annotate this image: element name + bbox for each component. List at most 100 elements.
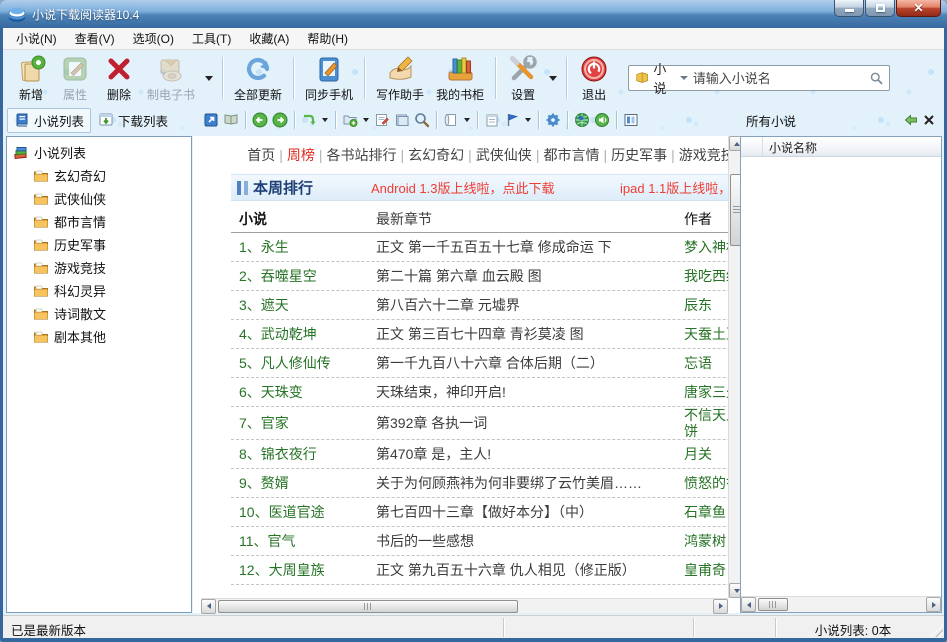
close-button[interactable]: ✕: [896, 0, 941, 17]
make-ebook-button[interactable]: 制电子书: [141, 51, 201, 105]
flag-icon[interactable]: [502, 110, 522, 130]
redo-icon[interactable]: [299, 110, 319, 130]
scroll-right-button[interactable]: [713, 599, 728, 614]
zoom-search-icon[interactable]: [412, 110, 432, 130]
forward-icon[interactable]: [270, 110, 290, 130]
menu-view[interactable]: 查看(V): [66, 27, 124, 50]
audio-icon[interactable]: [592, 110, 612, 130]
author-link[interactable]: 唐家三少: [676, 384, 728, 400]
tree-item-kehuan[interactable]: 科幻灵异: [7, 279, 191, 302]
tree-item-dushi[interactable]: 都市言情: [7, 210, 191, 233]
scroll-right-button[interactable]: [926, 597, 941, 612]
notepad-icon[interactable]: [482, 110, 502, 130]
author-link[interactable]: 鸿蒙树: [676, 533, 728, 549]
minimize-button[interactable]: [834, 0, 864, 17]
horizontal-scroll-thumb[interactable]: [758, 598, 788, 611]
novel-link[interactable]: 锦衣夜行: [261, 446, 317, 462]
author-link[interactable]: 愤怒的香蕉: [676, 475, 728, 491]
settings-button[interactable]: 设置: [501, 51, 545, 105]
folder-icon[interactable]: [392, 110, 412, 130]
scroll-dropdown-icon[interactable]: [464, 118, 470, 122]
menu-tools[interactable]: 工具(T): [183, 27, 240, 50]
search-category[interactable]: 小说: [653, 59, 676, 97]
popout-icon[interactable]: [201, 110, 221, 130]
novel-link[interactable]: 永生: [261, 239, 289, 255]
make-ebook-dropdown-icon[interactable]: [205, 76, 213, 81]
magnifier-icon[interactable]: [869, 70, 883, 86]
ipad-promo-link[interactable]: ipad 1.1版上线啦，点此下载: [620, 178, 728, 197]
new-novel-button[interactable]: 新增: [9, 51, 53, 105]
back-arrow-icon[interactable]: [902, 111, 920, 129]
novel-link[interactable]: 天珠变: [261, 384, 303, 400]
author-link[interactable]: 忘语: [676, 355, 728, 371]
menu-options[interactable]: 选项(O): [124, 27, 183, 50]
scroll-left-button[interactable]: [741, 597, 756, 612]
tree-root-novel-list[interactable]: 小说列表: [7, 137, 191, 164]
tree-item-shici[interactable]: 诗词散文: [7, 302, 191, 325]
menu-favorites[interactable]: 收藏(A): [240, 27, 298, 50]
columns-icon[interactable]: [621, 110, 641, 130]
novel-link[interactable]: 大周皇族: [269, 562, 325, 578]
resize-grip-icon[interactable]: [930, 624, 943, 637]
tree-item-wuxia[interactable]: 武侠仙侠: [7, 187, 191, 210]
author-link[interactable]: 辰东: [676, 297, 728, 313]
tree-item-xuanhuan[interactable]: 玄幻奇幻: [7, 164, 191, 187]
my-bookshelf-button[interactable]: 我的书柜: [430, 51, 490, 105]
sync-phone-button[interactable]: 同步手机: [299, 51, 359, 105]
nav-lishi[interactable]: 历史军事: [611, 147, 667, 163]
nav-wuxia[interactable]: 武侠仙侠: [476, 147, 532, 163]
nav-youxi[interactable]: 游戏竞技: [679, 147, 728, 163]
maximize-button[interactable]: [865, 0, 895, 17]
update-all-button[interactable]: 全部更新: [228, 51, 288, 105]
exit-button[interactable]: 退出: [572, 51, 616, 105]
author-link[interactable]: 梦入神机: [676, 239, 728, 255]
menu-novel[interactable]: 小说(N): [7, 27, 66, 50]
novel-link[interactable]: 医道官途: [269, 504, 325, 520]
browser-horizontal-scrollbar[interactable]: [201, 598, 728, 613]
edit-doc-icon[interactable]: [372, 110, 392, 130]
novel-link[interactable]: 武动乾坤: [261, 326, 317, 342]
novel-link[interactable]: 吞噬星空: [261, 268, 317, 284]
title-bar[interactable]: 小说下载阅读器10.4 ✕: [0, 0, 947, 28]
author-link[interactable]: 月关: [676, 446, 728, 462]
tab-download-list[interactable]: 下载列表: [91, 108, 175, 133]
nav-home[interactable]: 首页: [247, 147, 275, 163]
nav-xuanhuan[interactable]: 玄幻奇幻: [408, 147, 464, 163]
author-link[interactable]: 我吃西红柿: [676, 268, 728, 284]
novel-name-column[interactable]: 小说名称: [763, 137, 941, 156]
nav-dushi[interactable]: 都市言情: [543, 147, 599, 163]
novel-link[interactable]: 凡人修仙传: [261, 355, 331, 371]
horizontal-scroll-thumb[interactable]: [218, 600, 518, 613]
author-link[interactable]: 皇甫奇: [676, 562, 728, 578]
tree-item-youxi[interactable]: 游戏竞技: [7, 256, 191, 279]
flag-dropdown-icon[interactable]: [525, 118, 531, 122]
back-icon[interactable]: [250, 110, 270, 130]
novel-link[interactable]: 官气: [268, 533, 296, 549]
author-link[interactable]: 石章鱼: [676, 504, 728, 520]
scroll-doc-icon[interactable]: [441, 110, 461, 130]
menu-help[interactable]: 帮助(H): [298, 27, 357, 50]
novel-link[interactable]: 官家: [261, 415, 289, 431]
tab-novel-list[interactable]: 小说列表: [7, 108, 91, 133]
tree-item-juben[interactable]: 剧本其他: [7, 325, 191, 348]
delete-button[interactable]: 删除: [97, 51, 141, 105]
panel-horizontal-scrollbar[interactable]: [741, 596, 941, 612]
properties-button[interactable]: 属性: [53, 51, 97, 105]
globe-icon[interactable]: [572, 110, 592, 130]
tree-item-lishi[interactable]: 历史军事: [7, 233, 191, 256]
novel-link[interactable]: 遮天: [261, 297, 289, 313]
settings-dropdown-icon[interactable]: [549, 76, 557, 81]
writing-assistant-button[interactable]: 写作助手: [370, 51, 430, 105]
add-folder-icon[interactable]: [340, 110, 360, 130]
add-folder-dropdown-icon[interactable]: [363, 118, 369, 122]
open-book-icon[interactable]: [221, 110, 241, 130]
android-promo-link[interactable]: Android 1.3版上线啦，点此下载: [371, 178, 555, 197]
panel-close-icon[interactable]: [920, 111, 938, 129]
scroll-left-button[interactable]: [201, 599, 216, 614]
nav-weekly[interactable]: 周榜: [287, 147, 315, 163]
novel-link[interactable]: 赘婿: [261, 475, 289, 491]
gear-icon[interactable]: [543, 110, 563, 130]
author-link[interactable]: 天蚕土豆: [676, 326, 728, 342]
redo-dropdown-icon[interactable]: [322, 118, 328, 122]
search-category-dropdown-icon[interactable]: [680, 76, 688, 80]
